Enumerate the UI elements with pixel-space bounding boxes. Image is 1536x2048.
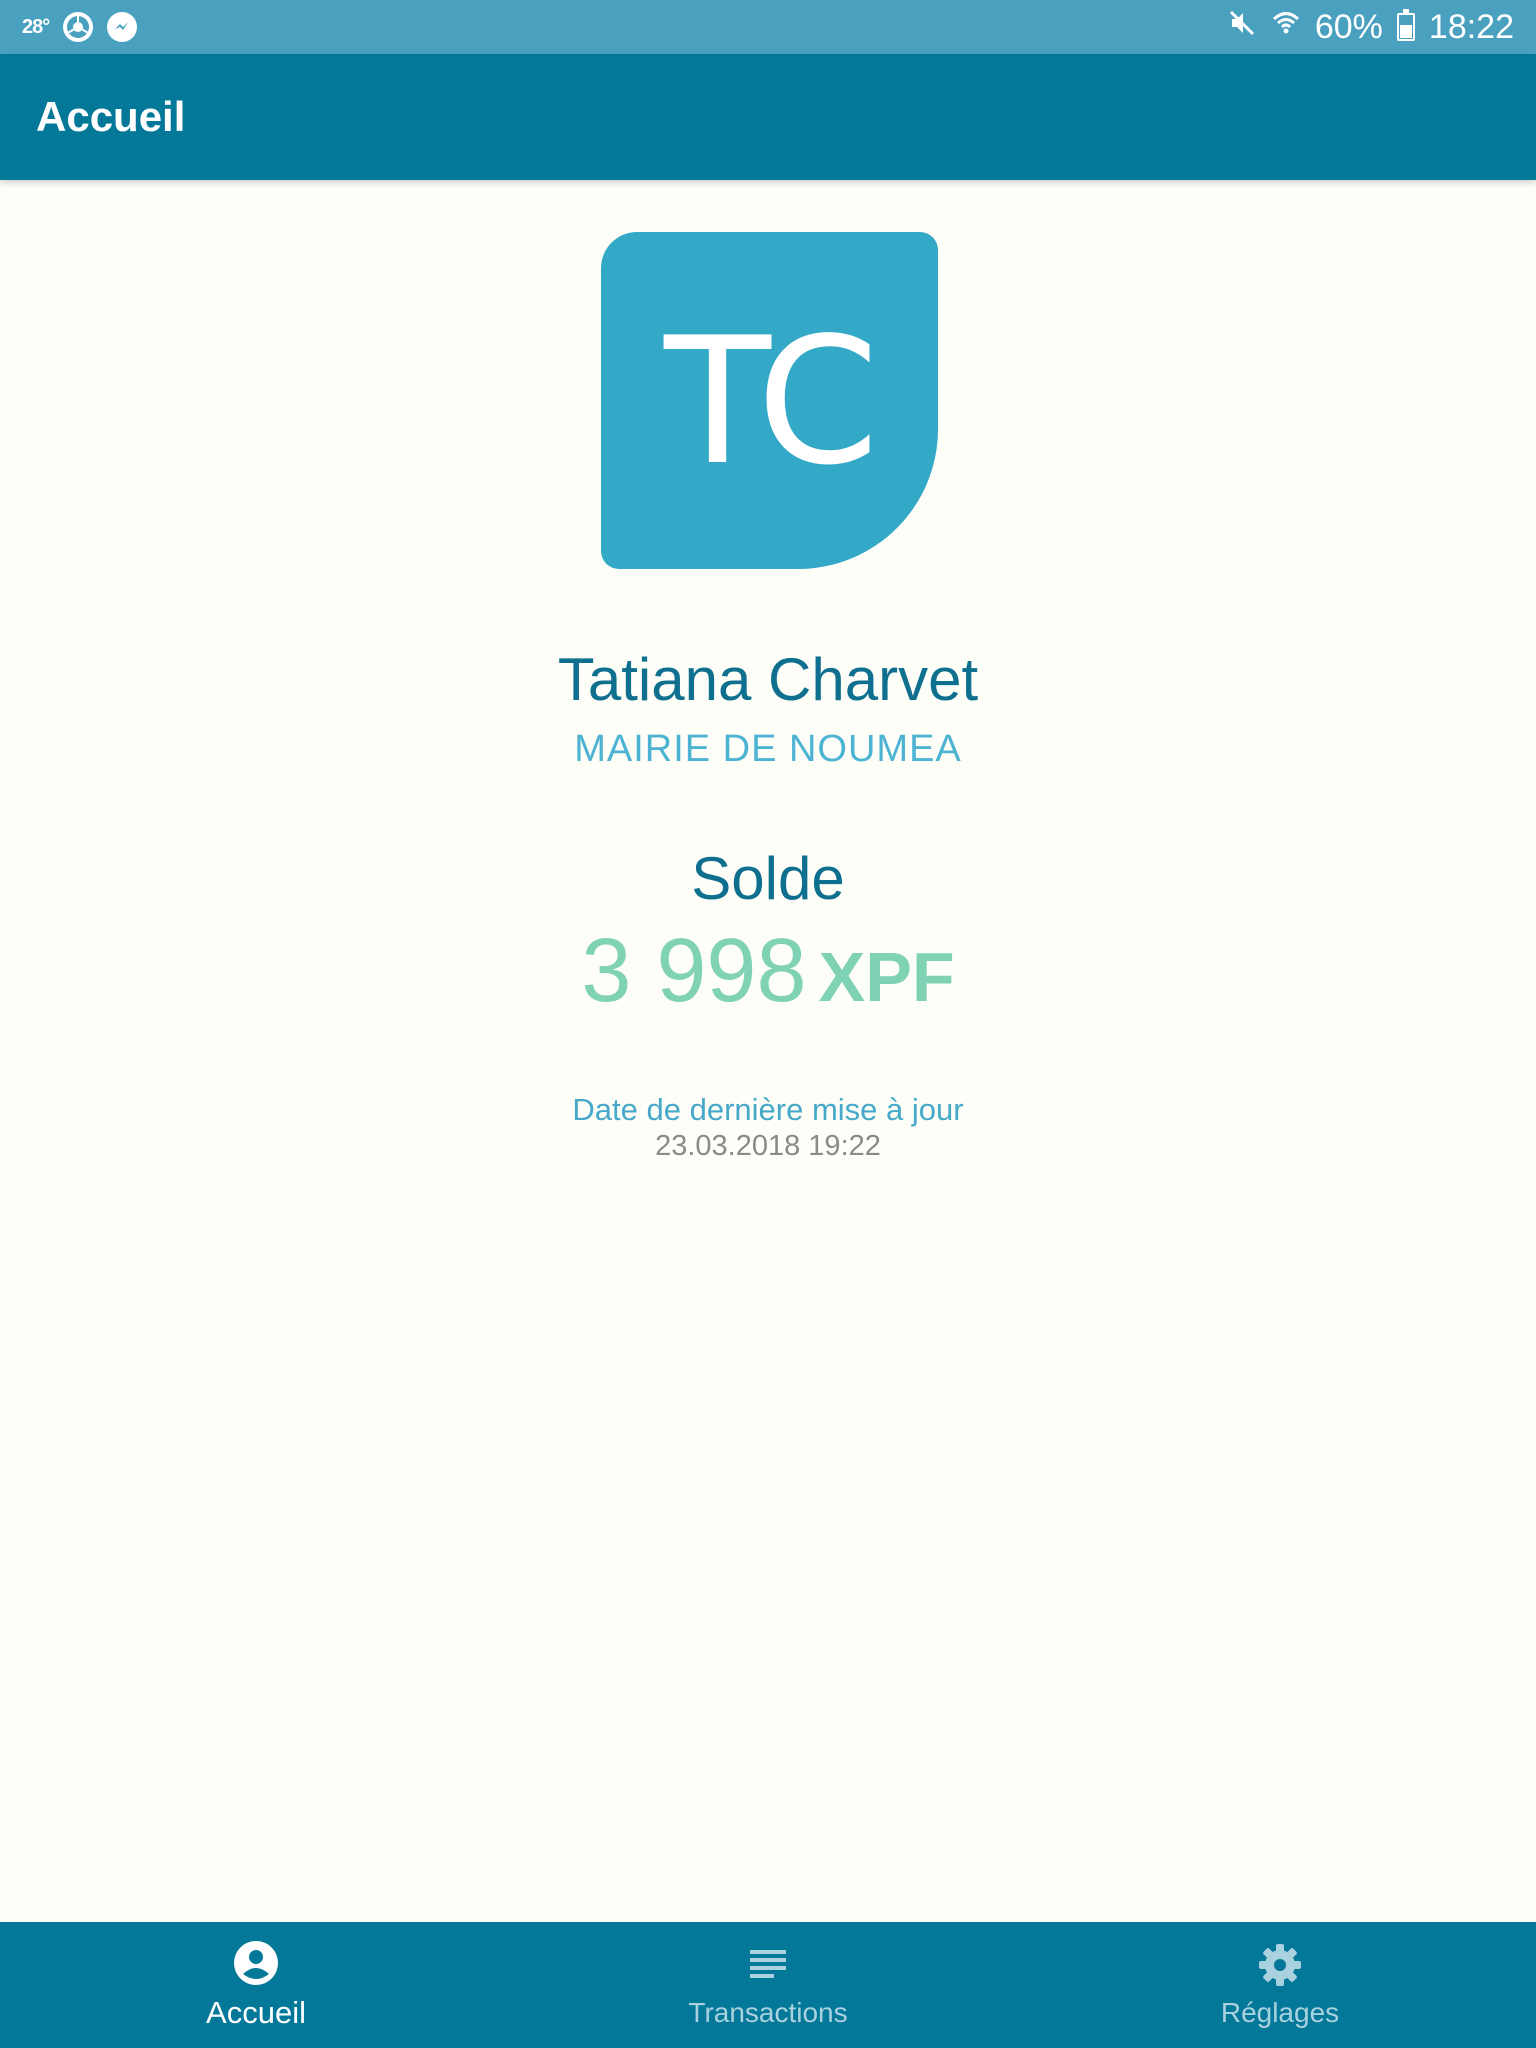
wifi-icon (1271, 8, 1301, 47)
list-icon (744, 1941, 792, 1989)
home-content: TC Tatiana Charvet MAIRIE DE NOUMEA Sold… (0, 180, 1536, 1922)
nav-label-reglages: Réglages (1220, 1997, 1340, 2028)
app-bar: Accueil (0, 54, 1536, 180)
status-left: 28° (22, 12, 138, 42)
bottom-navigation: Accueil Transactions Réglages (0, 1922, 1536, 2048)
gear-icon (1256, 1941, 1304, 1989)
balance-amount: 3 998 (581, 921, 807, 1021)
balance-label: Solde (691, 845, 845, 912)
status-right: 60% 18:22 (1227, 8, 1514, 47)
last-update-date: 23.03.2018 19:22 (655, 1130, 881, 1162)
organization-name: MAIRIE DE NOUMEA (574, 728, 962, 770)
battery-percentage: 60% (1314, 7, 1383, 46)
balance-value: 3 998 XPF (0, 920, 1536, 1023)
nav-item-accueil[interactable]: Accueil (0, 1922, 512, 2048)
status-time: 18:22 (1428, 7, 1514, 46)
messenger-icon (107, 12, 138, 42)
last-update-label: Date de dernière mise à jour (572, 1092, 964, 1127)
chrome-icon (63, 12, 94, 42)
battery-icon (1396, 9, 1415, 41)
status-bar: 28° 60% 18:22 (0, 0, 1536, 54)
nav-item-transactions[interactable]: Transactions (512, 1922, 1024, 2048)
avatar-initials: TC (664, 301, 879, 504)
balance-currency: XPF (818, 938, 955, 1016)
account-circle-icon (232, 1939, 280, 1987)
user-name: Tatiana Charvet (557, 646, 979, 713)
mute-icon (1227, 8, 1257, 47)
avatar: TC (601, 232, 938, 569)
nav-item-reglages[interactable]: Réglages (1024, 1922, 1536, 2048)
page-title: Accueil (36, 93, 186, 140)
status-temperature: 28° (22, 15, 50, 38)
nav-label-transactions: Transactions (688, 1997, 848, 2028)
nav-label-accueil: Accueil (206, 1995, 306, 2030)
